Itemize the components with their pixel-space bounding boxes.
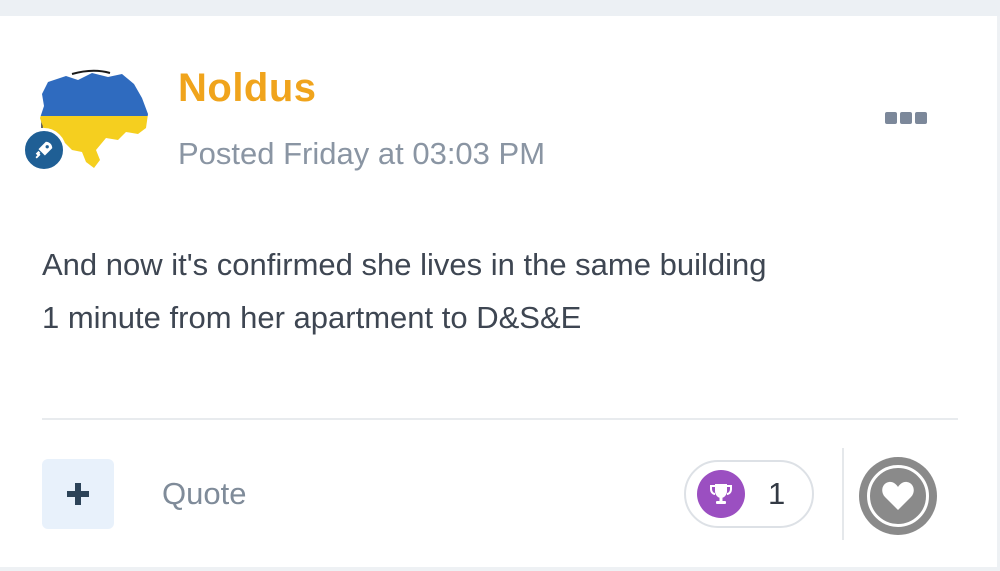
post-timestamp: Posted Friday at 03:03 PM	[178, 136, 546, 171]
rank-badge	[22, 128, 66, 172]
post-options-menu[interactable]	[880, 106, 932, 130]
reaction-count: 1	[768, 476, 786, 511]
avatar[interactable]	[22, 68, 148, 174]
ellipsis-icon	[885, 112, 897, 124]
trophy-icon	[710, 484, 732, 504]
trophy-reaction	[697, 470, 745, 518]
like-button[interactable]	[859, 457, 937, 535]
ellipsis-icon	[900, 112, 912, 124]
footer-separator	[842, 448, 844, 540]
like-button-inner	[867, 465, 929, 527]
post-content: And now it's confirmed she lives in the …	[42, 238, 942, 344]
top-strip	[0, 0, 1000, 16]
post-text-line: And now it's confirmed she lives in the …	[42, 247, 767, 282]
plus-icon	[67, 483, 89, 505]
divider	[42, 418, 958, 420]
ellipsis-icon	[915, 112, 927, 124]
heart-icon	[882, 481, 914, 510]
quote-button[interactable]: Quote	[162, 476, 246, 512]
post-text-line: 1 minute from her apartment to D&S&E	[42, 300, 582, 335]
bottom-strip	[0, 567, 1000, 571]
author-name[interactable]: Noldus	[178, 66, 317, 111]
reaction-summary[interactable]: 1	[684, 460, 814, 528]
multiquote-button[interactable]	[42, 459, 114, 529]
rocket-icon	[35, 141, 53, 159]
